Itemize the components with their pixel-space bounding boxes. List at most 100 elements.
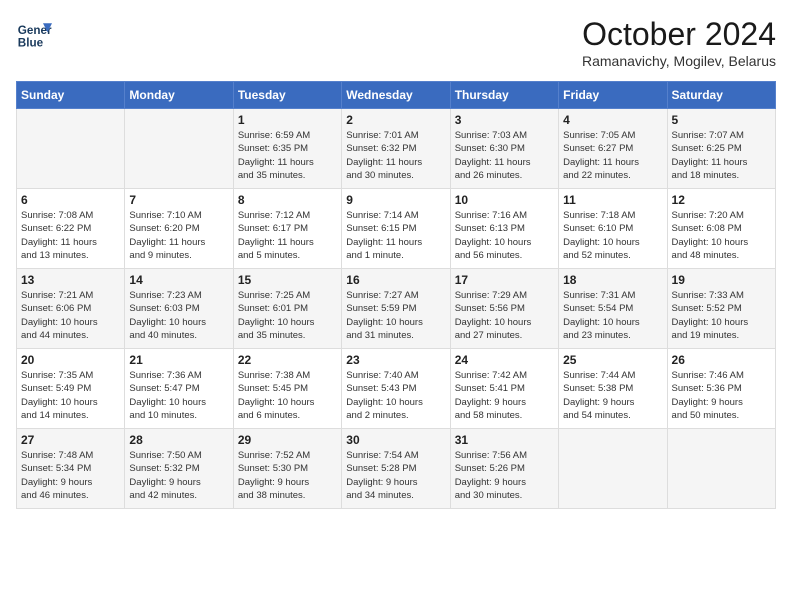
day-info: Sunrise: 7:50 AM Sunset: 5:32 PM Dayligh… — [129, 449, 228, 502]
day-info: Sunrise: 6:59 AM Sunset: 6:35 PM Dayligh… — [238, 129, 337, 182]
day-number: 11 — [563, 193, 662, 207]
header-cell-monday: Monday — [125, 82, 233, 109]
day-number: 5 — [672, 113, 771, 127]
day-cell: 20 Sunrise: 7:35 AM Sunset: 5:49 PM Dayli… — [17, 349, 125, 429]
logo: General Blue — [16, 16, 52, 52]
day-cell — [17, 109, 125, 189]
day-info: Sunrise: 7:40 AM Sunset: 5:43 PM Dayligh… — [346, 369, 445, 422]
day-cell: 30 Sunrise: 7:54 AM Sunset: 5:28 PM Dayli… — [342, 429, 450, 509]
day-info: Sunrise: 7:33 AM Sunset: 5:52 PM Dayligh… — [672, 289, 771, 342]
day-info: Sunrise: 7:12 AM Sunset: 6:17 PM Dayligh… — [238, 209, 337, 262]
day-cell: 19 Sunrise: 7:33 AM Sunset: 5:52 PM Dayli… — [667, 269, 775, 349]
day-number: 30 — [346, 433, 445, 447]
calendar-header-row: SundayMondayTuesdayWednesdayThursdayFrid… — [17, 82, 776, 109]
day-info: Sunrise: 7:03 AM Sunset: 6:30 PM Dayligh… — [455, 129, 554, 182]
day-info: Sunrise: 7:36 AM Sunset: 5:47 PM Dayligh… — [129, 369, 228, 422]
header-cell-thursday: Thursday — [450, 82, 558, 109]
week-row-1: 1 Sunrise: 6:59 AM Sunset: 6:35 PM Daylig… — [17, 109, 776, 189]
day-info: Sunrise: 7:56 AM Sunset: 5:26 PM Dayligh… — [455, 449, 554, 502]
day-cell: 16 Sunrise: 7:27 AM Sunset: 5:59 PM Dayli… — [342, 269, 450, 349]
svg-text:Blue: Blue — [18, 37, 44, 50]
day-info: Sunrise: 7:21 AM Sunset: 6:06 PM Dayligh… — [21, 289, 120, 342]
day-number: 12 — [672, 193, 771, 207]
day-info: Sunrise: 7:01 AM Sunset: 6:32 PM Dayligh… — [346, 129, 445, 182]
day-number: 1 — [238, 113, 337, 127]
day-info: Sunrise: 7:08 AM Sunset: 6:22 PM Dayligh… — [21, 209, 120, 262]
day-info: Sunrise: 7:54 AM Sunset: 5:28 PM Dayligh… — [346, 449, 445, 502]
day-info: Sunrise: 7:05 AM Sunset: 6:27 PM Dayligh… — [563, 129, 662, 182]
day-number: 26 — [672, 353, 771, 367]
day-cell: 25 Sunrise: 7:44 AM Sunset: 5:38 PM Dayli… — [559, 349, 667, 429]
day-number: 22 — [238, 353, 337, 367]
day-number: 10 — [455, 193, 554, 207]
day-cell: 21 Sunrise: 7:36 AM Sunset: 5:47 PM Dayli… — [125, 349, 233, 429]
day-cell: 12 Sunrise: 7:20 AM Sunset: 6:08 PM Dayli… — [667, 189, 775, 269]
day-info: Sunrise: 7:25 AM Sunset: 6:01 PM Dayligh… — [238, 289, 337, 342]
day-number: 15 — [238, 273, 337, 287]
day-cell: 10 Sunrise: 7:16 AM Sunset: 6:13 PM Dayli… — [450, 189, 558, 269]
day-info: Sunrise: 7:16 AM Sunset: 6:13 PM Dayligh… — [455, 209, 554, 262]
day-cell: 23 Sunrise: 7:40 AM Sunset: 5:43 PM Dayli… — [342, 349, 450, 429]
title-block: October 2024 Ramanavichy, Mogilev, Belar… — [582, 16, 776, 69]
day-info: Sunrise: 7:27 AM Sunset: 5:59 PM Dayligh… — [346, 289, 445, 342]
week-row-4: 20 Sunrise: 7:35 AM Sunset: 5:49 PM Dayli… — [17, 349, 776, 429]
day-number: 8 — [238, 193, 337, 207]
day-cell: 7Sunrise: 7:10 AM Sunset: 6:20 PM Daylig… — [125, 189, 233, 269]
day-number: 21 — [129, 353, 228, 367]
day-number: 7 — [129, 193, 228, 207]
day-number: 29 — [238, 433, 337, 447]
day-cell: 8 Sunrise: 7:12 AM Sunset: 6:17 PM Daylig… — [233, 189, 341, 269]
day-cell: 31 Sunrise: 7:56 AM Sunset: 5:26 PM Dayli… — [450, 429, 558, 509]
day-info: Sunrise: 7:29 AM Sunset: 5:56 PM Dayligh… — [455, 289, 554, 342]
day-cell: 26 Sunrise: 7:46 AM Sunset: 5:36 PM Dayli… — [667, 349, 775, 429]
day-number: 25 — [563, 353, 662, 367]
day-cell: 27 Sunrise: 7:48 AM Sunset: 5:34 PM Dayli… — [17, 429, 125, 509]
day-info: Sunrise: 7:38 AM Sunset: 5:45 PM Dayligh… — [238, 369, 337, 422]
day-number: 13 — [21, 273, 120, 287]
header-cell-friday: Friday — [559, 82, 667, 109]
day-number: 23 — [346, 353, 445, 367]
day-cell: 2 Sunrise: 7:01 AM Sunset: 6:32 PM Daylig… — [342, 109, 450, 189]
day-info: Sunrise: 7:46 AM Sunset: 5:36 PM Dayligh… — [672, 369, 771, 422]
day-cell — [559, 429, 667, 509]
location-subtitle: Ramanavichy, Mogilev, Belarus — [582, 53, 776, 69]
day-cell: 28 Sunrise: 7:50 AM Sunset: 5:32 PM Dayli… — [125, 429, 233, 509]
day-number: 27 — [21, 433, 120, 447]
day-number: 18 — [563, 273, 662, 287]
week-row-5: 27 Sunrise: 7:48 AM Sunset: 5:34 PM Dayli… — [17, 429, 776, 509]
day-info: Sunrise: 7:35 AM Sunset: 5:49 PM Dayligh… — [21, 369, 120, 422]
day-cell: 18 Sunrise: 7:31 AM Sunset: 5:54 PM Dayli… — [559, 269, 667, 349]
day-info: Sunrise: 7:48 AM Sunset: 5:34 PM Dayligh… — [21, 449, 120, 502]
day-number: 3 — [455, 113, 554, 127]
day-number: 9 — [346, 193, 445, 207]
day-cell: 5Sunrise: 7:07 AM Sunset: 6:25 PM Daylig… — [667, 109, 775, 189]
day-info: Sunrise: 7:31 AM Sunset: 5:54 PM Dayligh… — [563, 289, 662, 342]
day-cell: 13 Sunrise: 7:21 AM Sunset: 6:06 PM Dayli… — [17, 269, 125, 349]
day-cell: 3 Sunrise: 7:03 AM Sunset: 6:30 PM Daylig… — [450, 109, 558, 189]
day-cell: 9Sunrise: 7:14 AM Sunset: 6:15 PM Daylig… — [342, 189, 450, 269]
day-cell: 15 Sunrise: 7:25 AM Sunset: 6:01 PM Dayli… — [233, 269, 341, 349]
header-cell-wednesday: Wednesday — [342, 82, 450, 109]
day-number: 16 — [346, 273, 445, 287]
day-number: 17 — [455, 273, 554, 287]
month-title: October 2024 — [582, 16, 776, 53]
calendar-body: 1 Sunrise: 6:59 AM Sunset: 6:35 PM Daylig… — [17, 109, 776, 509]
day-number: 19 — [672, 273, 771, 287]
day-info: Sunrise: 7:23 AM Sunset: 6:03 PM Dayligh… — [129, 289, 228, 342]
day-info: Sunrise: 7:20 AM Sunset: 6:08 PM Dayligh… — [672, 209, 771, 262]
day-cell: 1 Sunrise: 6:59 AM Sunset: 6:35 PM Daylig… — [233, 109, 341, 189]
day-number: 4 — [563, 113, 662, 127]
day-cell — [125, 109, 233, 189]
week-row-3: 13 Sunrise: 7:21 AM Sunset: 6:06 PM Dayli… — [17, 269, 776, 349]
day-number: 28 — [129, 433, 228, 447]
day-cell: 6Sunrise: 7:08 AM Sunset: 6:22 PM Daylig… — [17, 189, 125, 269]
day-info: Sunrise: 7:44 AM Sunset: 5:38 PM Dayligh… — [563, 369, 662, 422]
logo-icon: General Blue — [16, 16, 52, 52]
day-number: 2 — [346, 113, 445, 127]
day-info: Sunrise: 7:42 AM Sunset: 5:41 PM Dayligh… — [455, 369, 554, 422]
day-number: 31 — [455, 433, 554, 447]
day-number: 20 — [21, 353, 120, 367]
day-cell: 29Sunrise: 7:52 AM Sunset: 5:30 PM Dayli… — [233, 429, 341, 509]
day-number: 14 — [129, 273, 228, 287]
day-cell: 24Sunrise: 7:42 AM Sunset: 5:41 PM Dayli… — [450, 349, 558, 429]
